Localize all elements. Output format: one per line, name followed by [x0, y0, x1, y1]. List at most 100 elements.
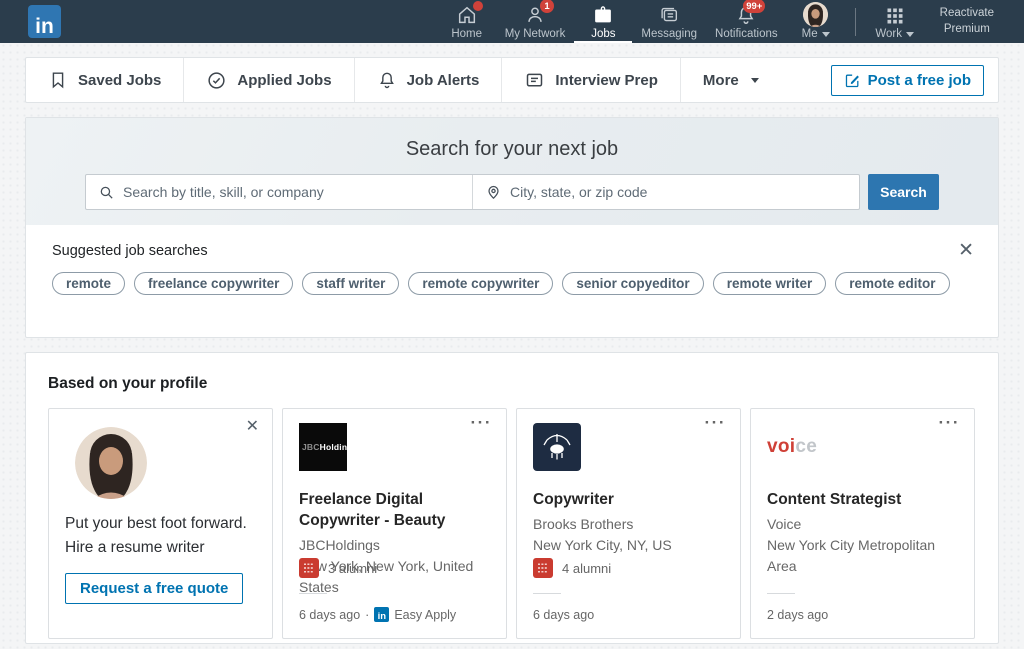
interview-prep-label: Interview Prep	[555, 72, 658, 89]
top-navbar: in Home 1 My Network	[0, 0, 1024, 43]
search-button[interactable]: Search	[868, 174, 939, 210]
interview-prep-tab[interactable]: Interview Prep	[502, 58, 680, 102]
overflow-menu-icon[interactable]: ···	[939, 413, 960, 433]
request-quote-button[interactable]: Request a free quote	[65, 573, 243, 604]
top-nav-items: Home 1 My Network Jobs	[438, 0, 1024, 43]
suggested-searches-title: Suggested job searches	[52, 243, 972, 259]
job-card[interactable]: ··· JBCHoldings Freelance Digital Copywr…	[282, 408, 507, 639]
bookmark-icon	[48, 70, 68, 90]
nav-my-network-label: My Network	[505, 28, 566, 40]
chat-square-icon	[524, 70, 545, 91]
job-title[interactable]: Content Strategist	[767, 490, 958, 511]
alumni-count: 3 alumni	[328, 561, 377, 576]
overflow-menu-icon[interactable]: ···	[471, 413, 492, 433]
suggested-pill[interactable]: remote writer	[713, 272, 827, 295]
job-card[interactable]: ··· voice Content Strategist Voice New Y…	[750, 408, 975, 639]
nav-divider	[855, 8, 856, 36]
location-search-input[interactable]	[510, 184, 847, 200]
promo-text: Put your best foot forward. Hire a resum…	[65, 512, 256, 560]
easy-apply-label: Easy Apply	[394, 608, 456, 622]
nav-messaging[interactable]: Messaging	[632, 0, 706, 43]
post-free-job-label: Post a free job	[868, 72, 971, 89]
avatar	[75, 427, 147, 499]
alumni-count: 4 alumni	[562, 561, 611, 576]
page-content: Saved Jobs Applied Jobs Job Alerts Inter…	[0, 43, 1024, 644]
nav-work-label: Work	[875, 28, 914, 40]
close-icon[interactable]: ✕	[958, 241, 974, 260]
alumni-row: 3 alumni	[299, 558, 377, 578]
suggested-searches-section: Suggested job searches remote freelance …	[26, 225, 998, 337]
messaging-icon	[658, 4, 680, 26]
saved-jobs-label: Saved Jobs	[78, 72, 161, 89]
nav-jobs-label: Jobs	[591, 28, 615, 40]
post-free-job-button[interactable]: Post a free job	[831, 65, 984, 96]
notifications-badge: 99+	[743, 0, 765, 13]
check-circle-icon	[206, 70, 227, 91]
home-notification-dot	[473, 1, 483, 11]
suggested-pill[interactable]: remote editor	[835, 272, 949, 295]
linkedin-logo-text: in	[35, 15, 54, 38]
bell-icon	[377, 70, 397, 90]
nav-work[interactable]: Work	[866, 0, 924, 43]
suggested-pills: remote freelance copywriter staff writer…	[52, 272, 972, 295]
linkedin-logo[interactable]: in	[28, 5, 61, 38]
suggested-pill[interactable]: remote	[52, 272, 125, 295]
saved-jobs-tab[interactable]: Saved Jobs	[26, 58, 183, 102]
nav-jobs[interactable]: Jobs	[574, 0, 632, 43]
company-logo: voice	[767, 423, 815, 471]
job-company-location: Brooks Brothers New York City, NY, US	[533, 514, 724, 556]
job-company: Voice	[767, 514, 958, 535]
company-logo: JBCHoldings	[299, 423, 347, 471]
job-alerts-tab[interactable]: Job Alerts	[355, 58, 502, 102]
job-card[interactable]: ··· Copywriter Brooks Brothers New York …	[516, 408, 741, 639]
applied-jobs-label: Applied Jobs	[237, 72, 331, 89]
more-menu[interactable]: More	[681, 58, 781, 102]
overflow-menu-icon[interactable]: ···	[705, 413, 726, 433]
premium-line2: Premium	[940, 22, 994, 38]
chevron-down-icon	[906, 32, 914, 37]
job-footer: 2 days ago	[767, 608, 828, 622]
nav-home[interactable]: Home	[438, 0, 496, 43]
applied-jobs-tab[interactable]: Applied Jobs	[184, 58, 353, 102]
job-title[interactable]: Freelance Digital Copywriter - Beauty	[299, 490, 490, 532]
resume-promo-card: ✕ Put your best foot forward. Hire a res…	[48, 408, 273, 639]
search-banner: Search for your next job	[26, 118, 998, 225]
alumni-org-icon	[533, 558, 553, 578]
jobs-subnav: Saved Jobs Applied Jobs Job Alerts Inter…	[25, 57, 999, 103]
suggested-pill[interactable]: staff writer	[302, 272, 399, 295]
job-footer: 6 days ago	[533, 608, 594, 622]
posted-time: 6 days ago	[533, 608, 594, 622]
job-cards-row: ✕ Put your best foot forward. Hire a res…	[48, 408, 976, 639]
nav-me-label: Me	[802, 28, 830, 40]
reactivate-premium-link[interactable]: Reactivate Premium	[924, 6, 1010, 37]
job-company: JBCHoldings	[299, 535, 490, 556]
chevron-down-icon	[822, 32, 830, 37]
keyword-input-wrap	[86, 175, 472, 209]
user-avatar	[803, 2, 828, 27]
suggested-pill[interactable]: senior copyeditor	[562, 272, 703, 295]
job-company-location: Voice New York City Metropolitan Area	[767, 514, 958, 577]
alumni-row: 4 alumni	[533, 558, 611, 578]
card-divider	[533, 593, 561, 594]
my-network-badge: 1	[540, 0, 554, 13]
company-logo	[533, 423, 581, 471]
job-title[interactable]: Copywriter	[533, 490, 724, 511]
linkedin-in-icon: in	[374, 607, 389, 622]
close-icon[interactable]: ✕	[246, 419, 259, 435]
keyword-search-input[interactable]	[123, 184, 460, 200]
job-alerts-label: Job Alerts	[407, 72, 480, 89]
nav-notifications[interactable]: 99+ Notifications	[706, 0, 787, 43]
nav-my-network[interactable]: 1 My Network	[496, 0, 575, 43]
card-divider	[299, 593, 327, 594]
suggested-pill[interactable]: remote copywriter	[408, 272, 553, 295]
based-on-profile-section: Based on your profile ✕ Put your best fo…	[25, 352, 999, 644]
more-label: More	[703, 72, 739, 89]
search-icon	[98, 184, 115, 201]
job-location: New York City, NY, US	[533, 535, 724, 556]
edit-square-icon	[844, 72, 861, 89]
nav-me[interactable]: Me	[787, 0, 845, 43]
suggested-pill[interactable]: freelance copywriter	[134, 272, 293, 295]
jobs-briefcase-icon	[592, 4, 614, 26]
alumni-org-icon	[299, 558, 319, 578]
chevron-down-icon	[751, 78, 759, 83]
